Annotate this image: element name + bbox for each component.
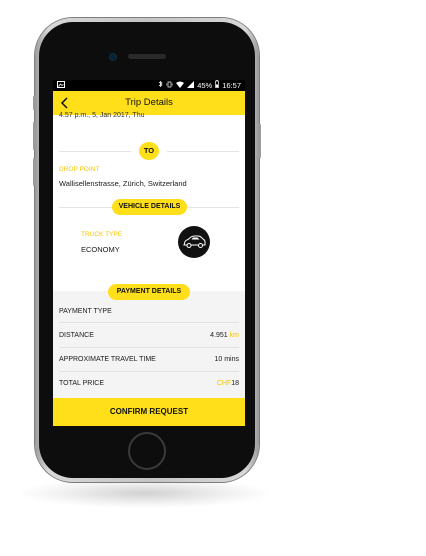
distance-value: 4.951 xyxy=(210,332,228,339)
distance-value-group: 4.951 km xyxy=(210,332,239,339)
divider xyxy=(59,151,131,152)
travel-time-value: 10 mins xyxy=(214,356,239,363)
clock: 16:57 xyxy=(222,81,241,90)
vehicle-details-badge: VEHICLE DETAILS xyxy=(112,199,187,215)
truck-type-value: ECONOMY xyxy=(81,245,120,254)
vibrate-icon xyxy=(166,80,173,91)
travel-time-label: APPROXIMATE TRAVEL TIME xyxy=(59,356,156,363)
total-price-label: TOTAL PRICE xyxy=(59,380,104,387)
volume-down-button xyxy=(33,158,36,186)
wifi-icon xyxy=(176,80,185,91)
home-button[interactable] xyxy=(128,432,166,470)
truck-type-label: TRUCK TYPE xyxy=(81,231,123,238)
divider xyxy=(167,151,239,152)
power-button xyxy=(258,124,261,158)
payment-section: PAYMENT DETAILS PAYMENT TYPE DISTANCE 4.… xyxy=(53,284,245,398)
total-price-value: 18 xyxy=(231,380,239,387)
battery-percent: 45% xyxy=(197,81,213,90)
car-icon xyxy=(183,235,206,248)
status-bar: 45% 16:57 xyxy=(53,80,245,91)
pickup-time: 4.57 p.m., 5, Jan 2017, Thu xyxy=(59,112,145,119)
distance-label: DISTANCE xyxy=(59,332,94,339)
total-price-group: CHF18 xyxy=(217,380,239,387)
divider xyxy=(59,322,239,323)
signal-icon xyxy=(187,80,195,91)
total-price-row: TOTAL PRICE CHF18 xyxy=(59,380,239,392)
drop-address: Wallisellenstrasse, Zürich, Switzerland xyxy=(59,179,187,188)
distance-unit: km xyxy=(229,332,239,339)
divider xyxy=(59,347,239,348)
drop-point-label: DROP POINT xyxy=(59,166,100,173)
divider xyxy=(59,371,239,372)
divider xyxy=(185,207,239,208)
volume-up-button xyxy=(33,122,36,150)
image-notification-icon xyxy=(57,80,65,91)
currency: CHF xyxy=(216,380,232,387)
to-badge: TO xyxy=(139,142,159,160)
app-screen: 45% 16:57 Trip Details 4.57 p.m., 5, Jan… xyxy=(53,80,245,426)
payment-type-row: PAYMENT TYPE xyxy=(59,308,239,320)
travel-time-row: APPROXIMATE TRAVEL TIME 10 mins xyxy=(59,356,239,368)
mute-switch xyxy=(33,96,36,110)
earpiece-speaker xyxy=(128,54,166,59)
phone-shadow xyxy=(20,478,270,508)
divider xyxy=(59,207,114,208)
payment-type-label: PAYMENT TYPE xyxy=(59,308,112,315)
status-indicators: 45% 16:57 xyxy=(158,80,241,91)
bluetooth-icon xyxy=(158,80,163,91)
vehicle-avatar xyxy=(178,226,210,258)
trip-details-card: 4.57 p.m., 5, Jan 2017, Thu TO DROP POIN… xyxy=(53,112,245,291)
payment-details-badge: PAYMENT DETAILS xyxy=(108,284,190,300)
front-camera xyxy=(110,54,116,60)
battery-icon xyxy=(215,80,220,91)
confirm-request-button[interactable]: CONFIRM REQUEST xyxy=(53,398,245,426)
distance-row: DISTANCE 4.951 km xyxy=(59,332,239,344)
